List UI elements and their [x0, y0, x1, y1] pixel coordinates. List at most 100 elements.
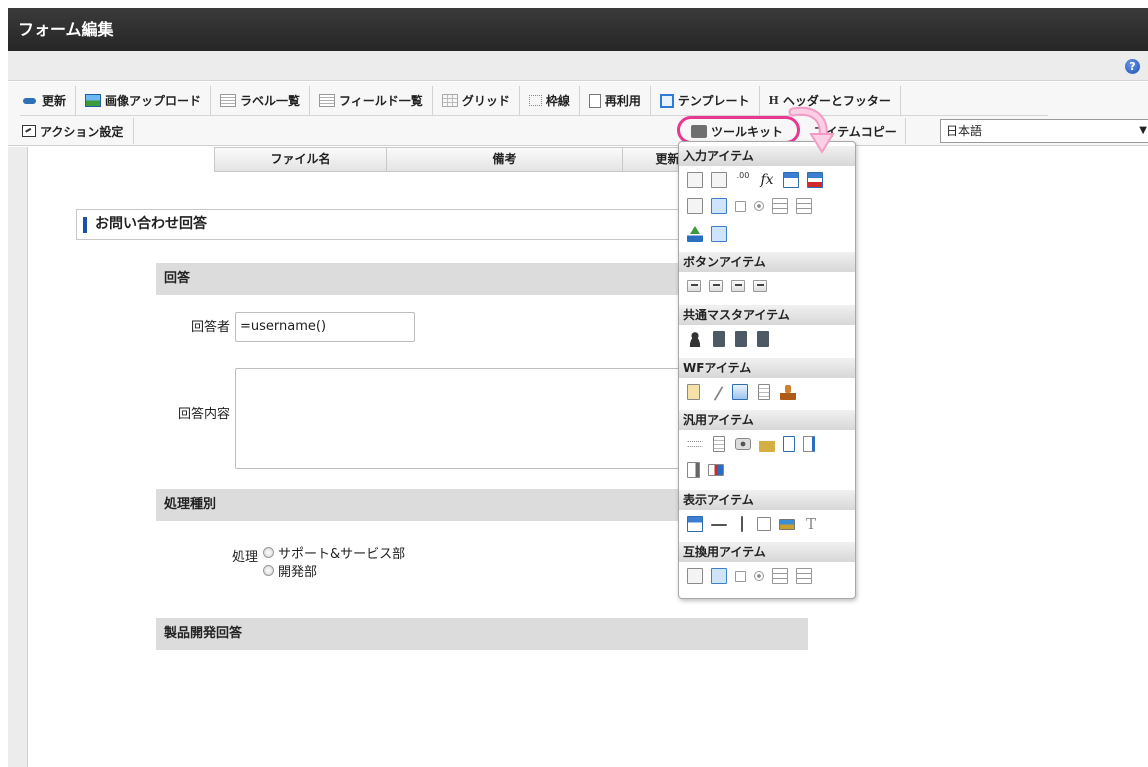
- next-button-icon[interactable]: [709, 280, 723, 292]
- organization-icon[interactable]: [713, 331, 725, 347]
- pulldown-icon[interactable]: [687, 568, 703, 584]
- radio-option-label: 開発部: [278, 565, 318, 580]
- reuse-icon: [588, 93, 601, 108]
- content-textarea[interactable]: [235, 368, 685, 469]
- grid-label: グリッド: [461, 94, 510, 108]
- checkbox-icon[interactable]: [735, 201, 746, 212]
- button-items-row: [687, 278, 767, 292]
- select-icon[interactable]: [772, 198, 788, 214]
- label-list-button[interactable]: ラベル一覧: [211, 86, 311, 115]
- toolkit-popup: 入力アイテム .00 fx ボタンアイテム 共通マスタアイテム WFアイテム 汎…: [678, 141, 856, 599]
- user-icon[interactable]: [687, 331, 703, 347]
- pulldown-icon[interactable]: [687, 198, 703, 214]
- category-display: 表示アイテム: [679, 490, 855, 510]
- number-icon[interactable]: .00: [735, 172, 751, 188]
- reuse-button[interactable]: 再利用: [580, 86, 651, 115]
- list-icon[interactable]: [711, 568, 727, 584]
- table-icon[interactable]: [711, 226, 727, 242]
- image-icon[interactable]: [779, 519, 795, 530]
- product-dev-band: 製品開発回答: [156, 618, 808, 650]
- spacer-icon[interactable]: [687, 441, 703, 447]
- formula-icon[interactable]: fx: [759, 172, 775, 188]
- attachment-icon[interactable]: [708, 383, 724, 401]
- radio-option-support[interactable]: サポート&サービス部: [263, 543, 405, 562]
- respondent-input[interactable]: =username(): [235, 312, 415, 342]
- action-settings-button[interactable]: アクション設定: [20, 118, 135, 144]
- select-icon[interactable]: [772, 568, 788, 584]
- file-name-header: ファイル名: [215, 148, 387, 171]
- category-compat: 互換用アイテム: [679, 542, 855, 562]
- download-icon[interactable]: [803, 436, 815, 452]
- image-upload-label: 画像アップロード: [105, 94, 202, 108]
- radio-option-label: サポート&サービス部: [278, 547, 406, 562]
- camera-icon[interactable]: [735, 438, 751, 450]
- reuse-label: 再利用: [604, 94, 641, 108]
- radio-button-icon[interactable]: [754, 201, 764, 211]
- document-icon[interactable]: [713, 436, 725, 452]
- company-icon[interactable]: [735, 331, 747, 347]
- template-button[interactable]: テンプレート: [651, 86, 760, 115]
- textbox-icon[interactable]: [687, 172, 703, 188]
- multi-select-icon[interactable]: [796, 198, 812, 214]
- stamp-icon[interactable]: [780, 384, 796, 400]
- header-icon[interactable]: [687, 516, 703, 532]
- card-icon[interactable]: [732, 384, 748, 400]
- multi-select-icon[interactable]: [796, 568, 812, 584]
- field-list-button[interactable]: フィールド一覧: [310, 86, 433, 115]
- radio-button-icon[interactable]: [754, 571, 764, 581]
- field-list-icon: [319, 94, 336, 107]
- chevron-down-icon: ▼: [1139, 125, 1147, 136]
- book-icon[interactable]: [783, 436, 795, 452]
- label-list-icon: [220, 94, 237, 107]
- content-label: 回答内容: [177, 407, 230, 422]
- textarea-icon[interactable]: [711, 172, 727, 188]
- help-icon[interactable]: ?: [1125, 59, 1140, 74]
- submit-button-icon[interactable]: [687, 280, 701, 292]
- respondent-label: 回答者: [190, 320, 230, 335]
- grid-button[interactable]: グリッド: [433, 86, 520, 115]
- history-icon[interactable]: [758, 384, 770, 400]
- update-button-label: 更新: [42, 94, 67, 108]
- wf-items-row: [687, 383, 796, 401]
- box-icon[interactable]: [757, 517, 771, 531]
- action-settings-label: アクション設定: [40, 124, 124, 139]
- category-button: ボタンアイテム: [679, 252, 855, 272]
- radio-icon[interactable]: [263, 547, 274, 558]
- folder-icon[interactable]: [759, 436, 775, 452]
- return-button-icon[interactable]: [753, 280, 767, 292]
- master-items-row: [687, 331, 769, 347]
- department-icon[interactable]: [757, 331, 769, 347]
- process-label: 処理: [231, 550, 258, 565]
- window-title: フォーム編集: [18, 20, 114, 39]
- date-range-icon[interactable]: [807, 172, 823, 188]
- checkbox-icon[interactable]: [735, 571, 746, 582]
- photo-icon[interactable]: [708, 464, 724, 476]
- list-icon[interactable]: [711, 198, 727, 214]
- template-icon: [659, 93, 674, 108]
- upload-icon[interactable]: [687, 226, 703, 242]
- update-button[interactable]: 更新: [20, 86, 77, 115]
- pointer-arrow-icon: [788, 106, 835, 154]
- language-value: 日本語: [946, 124, 983, 138]
- language-select[interactable]: 日本語 ▼: [940, 119, 1148, 143]
- answer-band: 回答: [156, 263, 696, 295]
- label-list-label: ラベル一覧: [240, 94, 301, 108]
- toolbar-row-main: 更新 画像アップロード ラベル一覧 フィールド一覧 グリッド 枠線 再利用 テン…: [20, 86, 1048, 116]
- frame-icon: [528, 95, 542, 106]
- template-label: テンプレート: [677, 94, 750, 108]
- sheet-icon[interactable]: [687, 462, 700, 478]
- compat-items-row: [687, 568, 812, 584]
- vertical-line-icon[interactable]: [741, 516, 743, 532]
- date-icon[interactable]: [783, 172, 799, 188]
- clipboard-icon[interactable]: [687, 384, 700, 400]
- left-gutter: [8, 147, 28, 767]
- horizontal-line-icon[interactable]: [711, 524, 727, 526]
- radio-icon[interactable]: [263, 565, 274, 576]
- text-icon[interactable]: T: [803, 516, 819, 532]
- back-button-icon[interactable]: [731, 280, 745, 292]
- image-upload-button[interactable]: 画像アップロード: [76, 86, 212, 115]
- process-type-band: 処理種別: [156, 489, 696, 521]
- frame-button[interactable]: 枠線: [520, 86, 580, 115]
- header-footer-icon: H: [768, 94, 779, 107]
- radio-option-dev[interactable]: 開発部: [263, 561, 317, 580]
